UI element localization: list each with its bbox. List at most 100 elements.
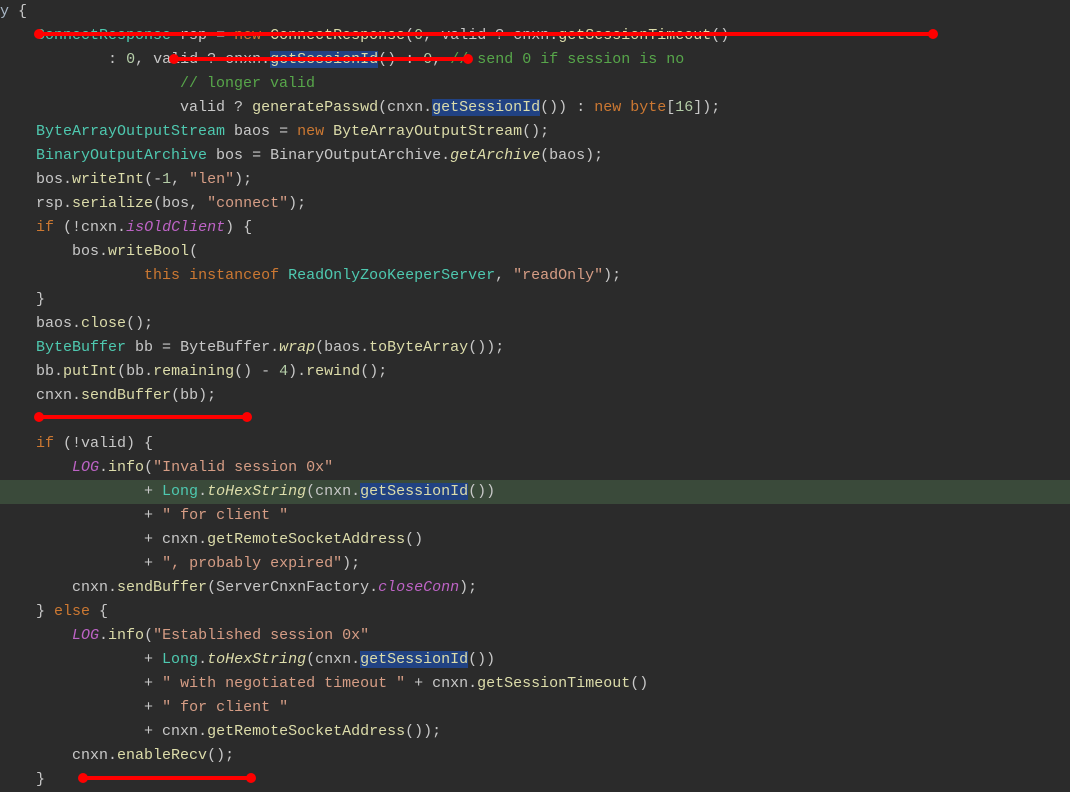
code-token: + (144, 675, 153, 692)
code-token: . (99, 243, 108, 260)
code-token: BinaryOutputArchive (261, 147, 441, 164)
code-line[interactable]: + " with negotiated timeout " + cnxn.get… (0, 672, 1070, 696)
code-token: closeConn (378, 579, 459, 596)
code-line[interactable]: + ", probably expired"); (0, 552, 1070, 576)
code-token: cnxn (153, 531, 198, 548)
code-line[interactable]: cnxn.sendBuffer(bb); (0, 384, 1070, 408)
code-token: 16 (675, 99, 693, 116)
code-line[interactable]: + cnxn.getRemoteSocketAddress() (0, 528, 1070, 552)
code-token: enableRecv (117, 747, 207, 764)
code-token: () (630, 675, 648, 692)
code-token: "connect" (207, 195, 288, 212)
code-line[interactable]: rsp.serialize(bos, "connect"); (0, 192, 1070, 216)
code-token: (cnxn (306, 651, 351, 668)
code-line[interactable]: valid ? generatePasswd(cnxn.getSessionId… (0, 96, 1070, 120)
code-line[interactable]: bos.writeInt(-1, "len"); (0, 168, 1070, 192)
code-token: (); (522, 123, 549, 140)
code-line[interactable]: ByteBuffer bb = ByteBuffer.wrap(baos.toB… (0, 336, 1070, 360)
code-line[interactable]: + Long.toHexString(cnxn.getSessionId()) (0, 480, 1070, 504)
code-token: // send 0 if session is no (450, 51, 684, 68)
code-token: ); (288, 195, 306, 212)
code-line[interactable]: // longer valid (0, 72, 1070, 96)
code-token: = (252, 147, 261, 164)
code-token: LOG (72, 627, 99, 644)
code-token: bos (207, 147, 252, 164)
code-line[interactable] (0, 408, 1070, 432)
code-token: ); (234, 171, 252, 188)
code-token: baos (225, 123, 279, 140)
code-block[interactable]: y { ConnectResponse rsp = new ConnectRes… (0, 0, 1070, 792)
code-token: ()) (468, 483, 495, 500)
code-line[interactable]: bb.putInt(bb.remaining() - 4).rewind(); (0, 360, 1070, 384)
code-token: serialize (72, 195, 153, 212)
code-token: getSessionId (360, 651, 468, 668)
code-line[interactable]: ByteArrayOutputStream baos = new ByteArr… (0, 120, 1070, 144)
code-token: getRemoteSocketAddress (207, 723, 405, 740)
code-line[interactable]: BinaryOutputArchive bos = BinaryOutputAr… (0, 144, 1070, 168)
annotation-arrow (173, 57, 469, 61)
code-token: 0 (126, 51, 135, 68)
code-line[interactable]: if (!valid) { (0, 432, 1070, 456)
code-token: . (63, 195, 72, 212)
code-token: ByteArrayOutputStream (36, 123, 225, 140)
code-token: (); (207, 747, 234, 764)
code-token: . (198, 531, 207, 548)
code-token: info (108, 459, 144, 476)
code-token: cnxn (72, 579, 108, 596)
code-token: . (99, 459, 108, 476)
code-token: generatePasswd (252, 99, 378, 116)
code-line[interactable]: ConnectResponse rsp = new ConnectRespons… (0, 24, 1070, 48)
code-token: rsp (36, 195, 63, 212)
code-line[interactable]: bos.writeBool( (0, 240, 1070, 264)
code-line[interactable]: : 0, valid ? cnxn.getSessionId() : 0, //… (0, 48, 1070, 72)
code-line[interactable]: } (0, 768, 1070, 792)
code-token: ByteArrayOutputStream (333, 123, 522, 140)
code-line[interactable]: + Long.toHexString(cnxn.getSessionId()) (0, 648, 1070, 672)
code-token: (baos (315, 339, 360, 356)
code-token: + (144, 507, 153, 524)
code-line[interactable]: } (0, 288, 1070, 312)
code-token: (bb); (171, 387, 216, 404)
code-token: else (54, 603, 90, 620)
code-line[interactable]: y { (0, 0, 1070, 24)
code-token: ( (189, 243, 198, 260)
code-token: (cnxn (378, 99, 423, 116)
code-line[interactable]: this instanceof ReadOnlyZooKeeperServer,… (0, 264, 1070, 288)
code-token: . (441, 147, 450, 164)
code-token: . (369, 579, 378, 596)
code-token: } (36, 603, 54, 620)
code-token: . (99, 627, 108, 644)
code-line[interactable]: + cnxn.getRemoteSocketAddress()); (0, 720, 1070, 744)
code-line[interactable]: if (!cnxn.isOldClient) { (0, 216, 1070, 240)
code-token: "Invalid session 0x" (153, 459, 333, 476)
code-line[interactable]: + " for client " (0, 504, 1070, 528)
code-token: ByteBuffer (36, 339, 126, 356)
code-line[interactable]: cnxn.enableRecv(); (0, 744, 1070, 768)
code-token: "readOnly" (513, 267, 603, 284)
code-token: (bb (117, 363, 144, 380)
code-token: + (144, 555, 153, 572)
code-editor[interactable]: y { ConnectResponse rsp = new ConnectRes… (0, 0, 1070, 792)
code-token: + (144, 483, 153, 500)
code-token: . (468, 675, 477, 692)
code-line[interactable]: baos.close(); (0, 312, 1070, 336)
code-token: ); (342, 555, 360, 572)
code-token: (!cnxn (54, 219, 117, 236)
code-line[interactable]: LOG.info("Established session 0x" (0, 624, 1070, 648)
code-line[interactable]: LOG.info("Invalid session 0x" (0, 456, 1070, 480)
code-token: " with negotiated timeout " (162, 675, 405, 692)
code-token: getSessionId (432, 99, 540, 116)
code-token: bb (126, 339, 162, 356)
code-line[interactable]: } else { (0, 600, 1070, 624)
code-token: { (90, 603, 108, 620)
code-line[interactable]: cnxn.sendBuffer(ServerCnxnFactory.closeC… (0, 576, 1070, 600)
code-token: (baos); (540, 147, 603, 164)
code-token: . (108, 747, 117, 764)
code-line[interactable]: + " for client " (0, 696, 1070, 720)
code-token: . (72, 387, 81, 404)
code-token: (ServerCnxnFactory (207, 579, 369, 596)
code-token: () - (234, 363, 279, 380)
code-token: ? (234, 99, 243, 116)
code-token: putInt (63, 363, 117, 380)
code-token: ]); (693, 99, 720, 116)
